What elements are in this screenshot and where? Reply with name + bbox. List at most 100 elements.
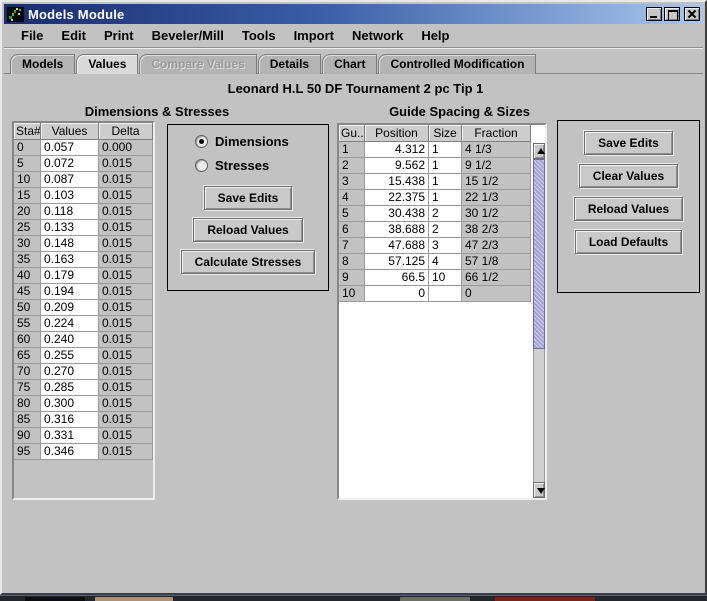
- table-row: 300.1480.015: [14, 236, 153, 252]
- table-cell[interactable]: 3: [429, 238, 462, 254]
- table-cell[interactable]: 0.087: [41, 172, 99, 188]
- radio-dimensions[interactable]: Dimensions: [195, 134, 328, 149]
- table-cell[interactable]: 4: [429, 254, 462, 270]
- table-cell: 9: [339, 270, 365, 286]
- column-header-fraction[interactable]: Fraction: [462, 125, 531, 142]
- table-cell[interactable]: 57.125: [365, 254, 429, 270]
- column-header-gu[interactable]: Gu...: [339, 125, 365, 142]
- minimize-icon[interactable]: [646, 7, 662, 21]
- tab-values[interactable]: Values: [76, 54, 138, 74]
- table-row: 29.56219 1/2: [339, 158, 531, 174]
- table-cell[interactable]: 10: [429, 270, 462, 286]
- radio-stresses[interactable]: Stresses: [195, 158, 328, 173]
- guides-reload-values-button[interactable]: Reload Values: [574, 197, 683, 221]
- table-cell[interactable]: 0.072: [41, 156, 99, 172]
- maximize-icon[interactable]: [664, 7, 680, 21]
- table-row: 650.2550.015: [14, 348, 153, 364]
- table-cell[interactable]: 0.285: [41, 380, 99, 396]
- menu-help[interactable]: Help: [412, 26, 458, 45]
- table-row: 450.1940.015: [14, 284, 153, 300]
- table-cell: 15: [14, 188, 41, 204]
- table-cell[interactable]: 0.331: [41, 428, 99, 444]
- table-cell[interactable]: 0.240: [41, 332, 99, 348]
- close-icon[interactable]: [684, 7, 700, 21]
- table-cell: 10: [14, 172, 41, 188]
- table-cell[interactable]: 0.209: [41, 300, 99, 316]
- taskbar-fragment: [25, 597, 85, 601]
- table-cell[interactable]: 22.375: [365, 190, 429, 206]
- tab-chart[interactable]: Chart: [322, 54, 377, 74]
- table-cell[interactable]: 0.103: [41, 188, 99, 204]
- table-cell[interactable]: 0.163: [41, 252, 99, 268]
- dimensions-calculate-stresses-button[interactable]: Calculate Stresses: [181, 250, 316, 274]
- table-cell[interactable]: 0.118: [41, 204, 99, 220]
- scrollbar-up-icon[interactable]: [533, 143, 545, 159]
- menu-file[interactable]: File: [12, 26, 52, 45]
- table-cell[interactable]: 66.5: [365, 270, 429, 286]
- radio-button-icon[interactable]: [195, 159, 208, 172]
- table-cell[interactable]: 0.346: [41, 444, 99, 460]
- table-cell[interactable]: 47.688: [365, 238, 429, 254]
- table-cell[interactable]: 0.270: [41, 364, 99, 380]
- menu-print[interactable]: Print: [95, 26, 143, 45]
- menu-network[interactable]: Network: [343, 26, 412, 45]
- column-header-position[interactable]: Position: [365, 125, 429, 142]
- table-row: 500.2090.015: [14, 300, 153, 316]
- table-cell: 0.015: [99, 412, 153, 428]
- table-cell[interactable]: 1: [429, 142, 462, 158]
- table-cell: 1: [339, 142, 365, 158]
- table-cell[interactable]: 0: [365, 286, 429, 302]
- table-cell[interactable]: 1: [429, 190, 462, 206]
- table-cell: 55: [14, 316, 41, 332]
- column-header-values[interactable]: Values: [41, 123, 99, 140]
- table-cell[interactable]: [429, 286, 462, 302]
- tab-details[interactable]: Details: [258, 54, 321, 74]
- guides-load-defaults-button[interactable]: Load Defaults: [575, 230, 682, 254]
- radio-button-icon[interactable]: [195, 135, 208, 148]
- menu-tools[interactable]: Tools: [233, 26, 285, 45]
- table-cell: 0: [462, 286, 531, 302]
- guides-save-edits-button[interactable]: Save Edits: [584, 131, 673, 155]
- scrollbar-thumb[interactable]: [533, 159, 545, 349]
- table-cell[interactable]: 0.179: [41, 268, 99, 284]
- menu-import[interactable]: Import: [285, 26, 343, 45]
- table-cell[interactable]: 0.133: [41, 220, 99, 236]
- guides-clear-values-button[interactable]: Clear Values: [579, 164, 678, 188]
- table-cell[interactable]: 30.438: [365, 206, 429, 222]
- tab-models[interactable]: Models: [10, 54, 75, 74]
- dimensions-reload-values-button[interactable]: Reload Values: [193, 218, 302, 242]
- table-row: 422.375122 1/3: [339, 190, 531, 206]
- table-cell[interactable]: 0.255: [41, 348, 99, 364]
- menu-beveler-mill[interactable]: Beveler/Mill: [143, 26, 233, 45]
- table-cell[interactable]: 4.312: [365, 142, 429, 158]
- table-cell[interactable]: 15.438: [365, 174, 429, 190]
- column-header-sta[interactable]: Sta#: [14, 123, 41, 140]
- table-cell[interactable]: 0.057: [41, 140, 99, 156]
- column-header-size[interactable]: Size: [429, 125, 462, 142]
- table-cell[interactable]: 2: [429, 206, 462, 222]
- table-cell: 0.015: [99, 284, 153, 300]
- tab-controlled-modification[interactable]: Controlled Modification: [378, 54, 536, 74]
- table-cell[interactable]: 0.224: [41, 316, 99, 332]
- table-cell: 47 2/3: [462, 238, 531, 254]
- table-row: 250.1330.015: [14, 220, 153, 236]
- table-cell[interactable]: 0.194: [41, 284, 99, 300]
- table-row: 315.438115 1/2: [339, 174, 531, 190]
- scrollbar-track[interactable]: [533, 349, 545, 482]
- table-cell[interactable]: 9.562: [365, 158, 429, 174]
- menu-edit[interactable]: Edit: [52, 26, 95, 45]
- table-cell: 0.015: [99, 380, 153, 396]
- table-cell[interactable]: 1: [429, 158, 462, 174]
- scrollbar-down-icon[interactable]: [533, 482, 545, 498]
- vertical-scrollbar[interactable]: [533, 143, 545, 498]
- table-cell[interactable]: 2: [429, 222, 462, 238]
- taskbar-fragment: [95, 597, 173, 601]
- dimensions-save-edits-button[interactable]: Save Edits: [204, 186, 293, 210]
- table-cell[interactable]: 0.148: [41, 236, 99, 252]
- title-bar[interactable]: Models Module: [4, 4, 703, 24]
- table-cell[interactable]: 0.316: [41, 412, 99, 428]
- table-cell[interactable]: 0.300: [41, 396, 99, 412]
- table-cell[interactable]: 1: [429, 174, 462, 190]
- table-cell[interactable]: 38.688: [365, 222, 429, 238]
- column-header-delta[interactable]: Delta: [99, 123, 153, 140]
